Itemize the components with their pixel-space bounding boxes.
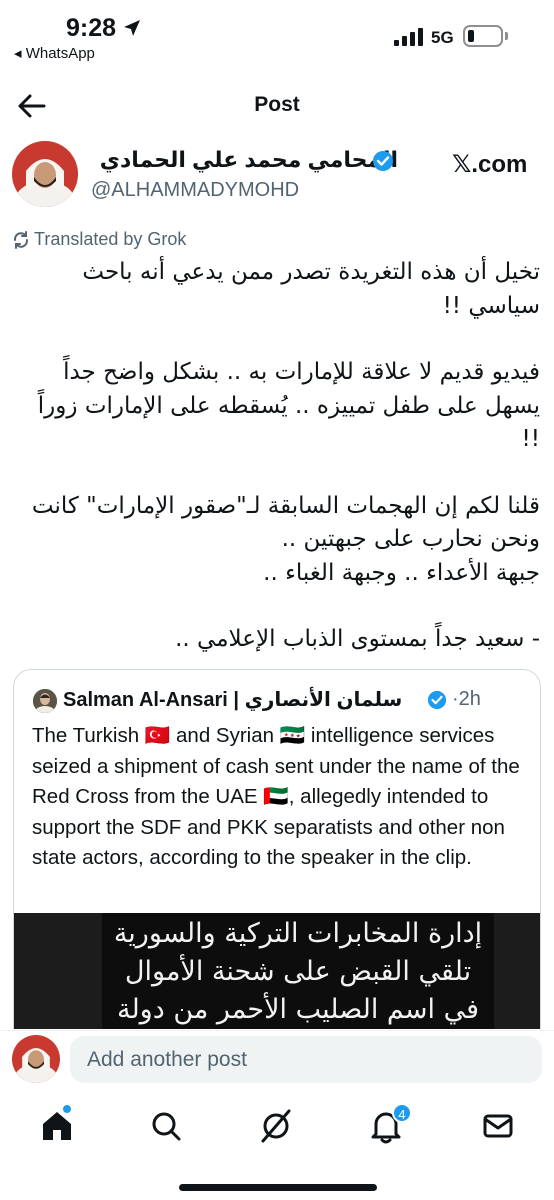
tab-bar [0,1096,554,1156]
home-indicator[interactable] [179,1184,377,1191]
reply-input[interactable]: Add another post [70,1036,542,1083]
home-unread-dot [63,1105,71,1113]
translated-label[interactable]: Translated by Grok [12,229,186,250]
page-title: Post [254,93,300,116]
signal-icon [394,28,423,46]
author-avatar[interactable] [12,141,78,207]
quoted-post-time: ·2h [452,688,481,710]
messages-icon[interactable] [478,1106,518,1146]
author-handle[interactable]: @ALHAMMADYMOHD [91,179,299,202]
post-paragraph: قلنا لكم إن الهجمات السابقة لـ"صقور الإم… [31,492,540,586]
status-time: 9:28 [66,14,117,42]
post-paragraph: تخيل أن هذه التغريدة تصدر ممن يدعي أنه ب… [82,259,540,319]
grok-icon[interactable] [256,1106,296,1146]
home-icon[interactable] [37,1106,77,1146]
x-logo-icon: 𝕏 [452,150,472,178]
author-name[interactable]: المحامي محمد علي الحمادي [100,147,398,173]
battery-tip [505,32,508,40]
verified-badge-icon [373,151,393,171]
video-caption: إدارة المخابرات التركية والسورية تلقي ال… [102,913,494,1029]
post-paragraph: فيديو قديم لا علاقة للإمارات به .. بشكل … [37,359,540,452]
status-bar: 9:28 ◂ WhatsApp 5G [0,0,554,72]
back-to-whatsapp[interactable]: ◂ WhatsApp [14,44,95,62]
quoted-post[interactable]: Salman Al-Ansari | سلمان الأنصاري ·2h Th… [13,669,541,1029]
post-paragraph: - سعيد جداً بمستوى الذباب الإعلامي .. [175,626,540,652]
search-icon[interactable] [146,1106,186,1146]
location-arrow-icon [124,20,140,36]
quoted-post-text: The Turkish 🇹🇷 and Syrian 🇸🇾 intelligenc… [32,724,520,869]
post-text: تخيل أن هذه التغريدة تصدر ممن يدعي أنه ب… [14,256,540,690]
notifications-badge: 4 [392,1103,412,1123]
quoted-video[interactable]: إدارة المخابرات التركية والسورية تلقي ال… [14,913,540,1029]
divider [0,1030,554,1031]
translate-icon [13,230,29,249]
x-com-label: 𝕏.com [452,150,528,178]
quoted-author-name: Salman Al-Ansari | سلمان الأنصاري [63,689,403,711]
quoted-author-avatar [33,689,57,713]
network-type: 5G [431,28,454,47]
nav-header: Post [0,84,554,128]
my-avatar [12,1035,60,1083]
battery-icon [463,25,503,47]
verified-badge-icon [427,690,447,710]
